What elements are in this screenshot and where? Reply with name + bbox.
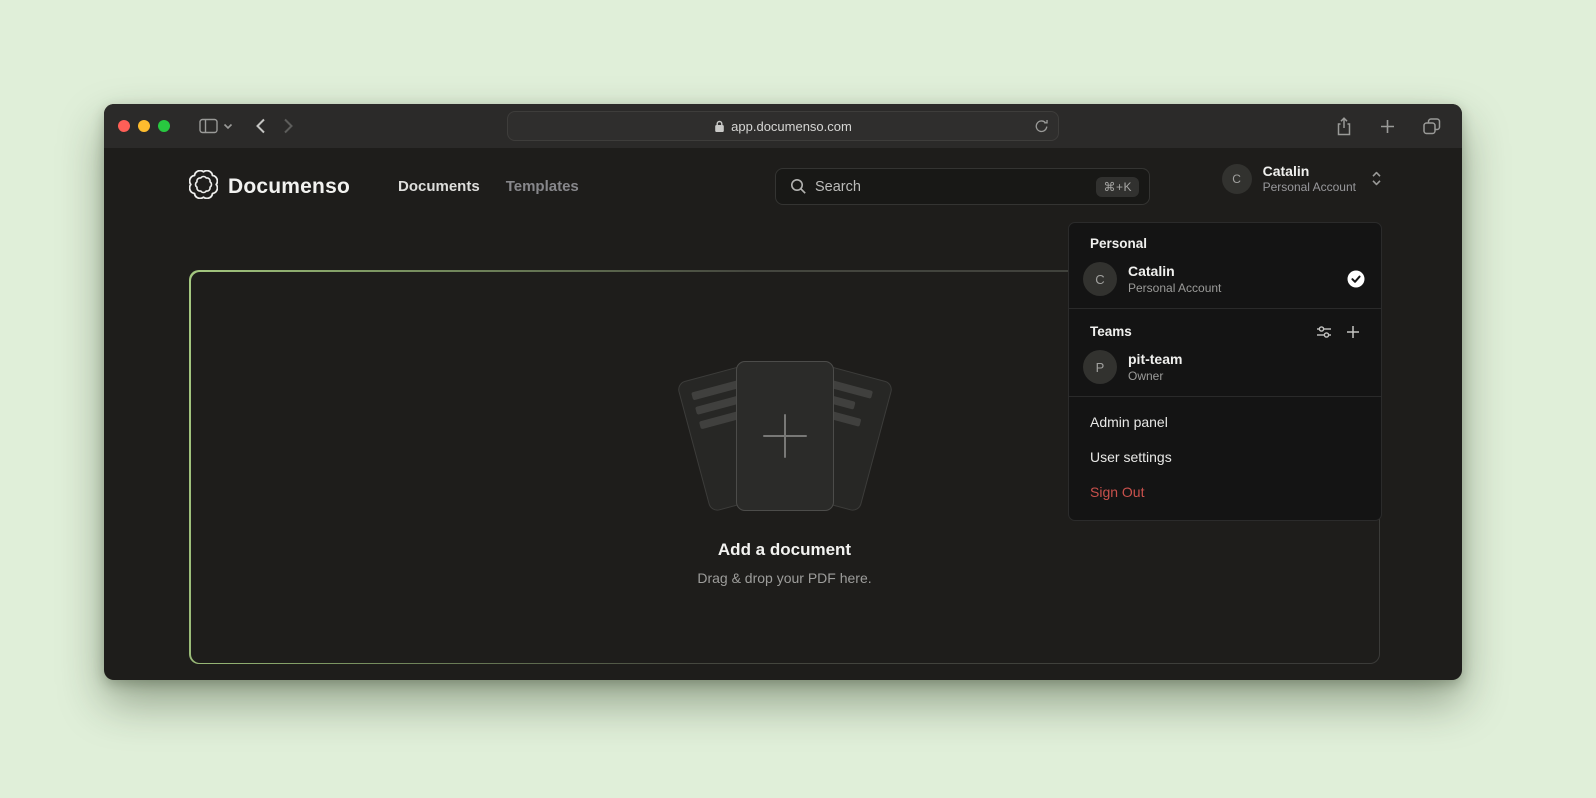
account-item-name: Catalin	[1128, 263, 1221, 279]
minimize-window-button[interactable]	[138, 120, 150, 132]
dropzone-title: Add a document	[718, 540, 851, 560]
manage-teams-icon[interactable]	[1316, 325, 1332, 339]
add-team-icon[interactable]	[1346, 325, 1360, 339]
dropzone-subtitle: Drag & drop your PDF here.	[697, 570, 871, 586]
chevron-up-down-icon	[1371, 170, 1382, 187]
account-item-subtitle: Personal Account	[1128, 281, 1221, 295]
nav-documents[interactable]: Documents	[398, 178, 480, 195]
account-name: Catalin	[1263, 163, 1356, 180]
avatar: C	[1222, 164, 1252, 194]
new-tab-icon[interactable]	[1380, 119, 1395, 134]
browser-window: app.documenso.com	[104, 104, 1462, 680]
sidebar-chevron-down-icon[interactable]	[223, 123, 233, 130]
menu-item-sign-out[interactable]: Sign Out	[1069, 475, 1381, 510]
documenso-logo-icon	[189, 170, 218, 204]
back-button-icon[interactable]	[256, 118, 266, 134]
nav-templates[interactable]: Templates	[506, 178, 579, 195]
search-icon	[790, 178, 807, 195]
team-avatar: P	[1083, 350, 1117, 384]
personal-section-label: Personal	[1069, 223, 1381, 255]
illustration-card-center	[736, 361, 834, 511]
team-item[interactable]: P pit-team Owner	[1069, 343, 1381, 394]
account-dropdown-menu: Personal C Catalin Personal Account Team…	[1068, 222, 1382, 521]
plus-icon	[763, 414, 807, 458]
search-input[interactable]: Search ⌘+K	[775, 168, 1150, 205]
document-stack-illustration	[675, 355, 895, 525]
app-header: Documenso Documents Templates Search ⌘+K…	[104, 148, 1462, 225]
url-text: app.documenso.com	[731, 119, 852, 134]
team-role: Owner	[1128, 369, 1182, 383]
teams-section-label: Teams	[1069, 311, 1381, 343]
traffic-lights	[118, 120, 170, 132]
menu-divider	[1069, 308, 1381, 309]
zoom-window-button[interactable]	[158, 120, 170, 132]
selected-check-icon	[1347, 270, 1365, 288]
close-window-button[interactable]	[118, 120, 130, 132]
brand[interactable]: Documenso	[189, 170, 350, 204]
forward-button-icon[interactable]	[283, 118, 293, 134]
menu-item-admin-panel[interactable]: Admin panel	[1069, 405, 1381, 440]
brand-name: Documenso	[228, 175, 350, 199]
lock-icon	[714, 120, 725, 133]
search-placeholder: Search	[815, 179, 861, 195]
account-subtitle: Personal Account	[1263, 180, 1356, 194]
reload-icon[interactable]	[1034, 118, 1049, 137]
sidebar-toggle-icon[interactable]	[199, 118, 218, 134]
team-name: pit-team	[1128, 351, 1182, 367]
address-bar[interactable]: app.documenso.com	[507, 111, 1059, 141]
account-menu-trigger[interactable]: C Catalin Personal Account	[1222, 163, 1382, 194]
menu-divider	[1069, 396, 1381, 397]
teams-label-text: Teams	[1090, 324, 1132, 339]
search-shortcut-badge: ⌘+K	[1096, 177, 1139, 197]
browser-titlebar: app.documenso.com	[104, 104, 1462, 148]
avatar: C	[1083, 262, 1117, 296]
share-icon[interactable]	[1336, 117, 1352, 136]
menu-item-user-settings[interactable]: User settings	[1069, 440, 1381, 475]
main-nav: Documents Templates	[398, 178, 579, 195]
personal-account-item[interactable]: C Catalin Personal Account	[1069, 255, 1381, 306]
tab-overview-icon[interactable]	[1423, 118, 1441, 135]
